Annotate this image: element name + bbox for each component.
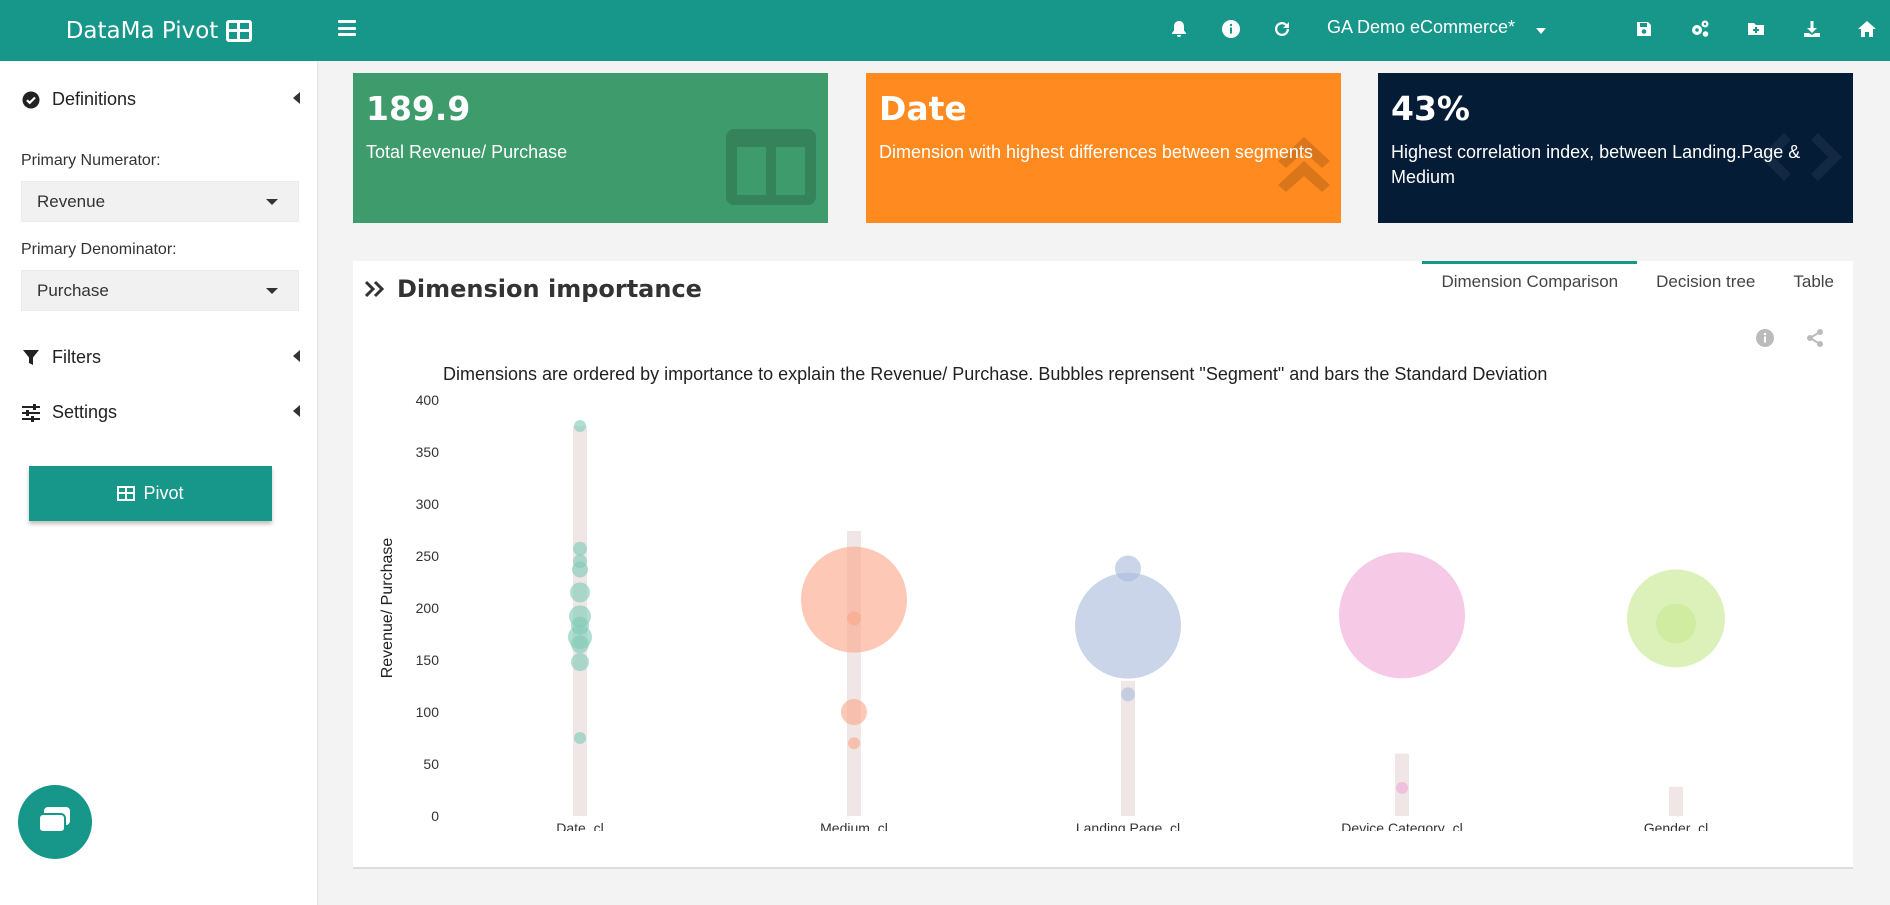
sidebar: Definitions Primary Numerator: Revenue P… bbox=[0, 61, 318, 905]
top-header: DataMa Pivot GA Demo eCommerce* bbox=[0, 0, 1890, 61]
table-icon bbox=[117, 486, 136, 501]
brand[interactable]: DataMa Pivot bbox=[0, 0, 318, 61]
dataset-selector[interactable]: GA Demo eCommerce* bbox=[1327, 17, 1515, 38]
pivot-button[interactable]: Pivot bbox=[29, 466, 272, 521]
kpi-description: Highest correlation index, between Landi… bbox=[1391, 142, 1801, 187]
card-title: Dimension importance bbox=[365, 275, 702, 303]
download-icon[interactable] bbox=[1801, 18, 1823, 40]
segment-bubble bbox=[801, 546, 907, 653]
segment-bubble bbox=[1121, 687, 1135, 702]
segment-bubble bbox=[572, 561, 588, 578]
kpi-correlation: 43% Highest correlation index, between L… bbox=[1378, 73, 1853, 223]
chevron-left-icon bbox=[293, 92, 300, 104]
sidebar-item-settings[interactable]: Settings bbox=[22, 402, 300, 423]
kpi-top-dimension: Date Dimension with highest differences … bbox=[866, 73, 1341, 223]
sliders-icon bbox=[22, 403, 40, 422]
bell-icon[interactable] bbox=[1168, 18, 1190, 40]
card-title-text: Dimension importance bbox=[397, 275, 702, 303]
y-tick-label: 250 bbox=[416, 548, 440, 564]
y-tick-label: 50 bbox=[423, 756, 439, 772]
y-tick-label: 200 bbox=[416, 600, 440, 616]
info-icon[interactable] bbox=[1755, 328, 1775, 348]
segment-bubble bbox=[1115, 555, 1141, 582]
sidebar-item-filters[interactable]: Filters bbox=[22, 347, 300, 368]
tab-table[interactable]: Table bbox=[1774, 261, 1853, 303]
sidebar-item-definitions[interactable]: Definitions bbox=[22, 89, 300, 110]
y-tick-label: 400 bbox=[416, 392, 440, 408]
y-tick-label: 350 bbox=[416, 444, 440, 460]
sidebar-item-label: Settings bbox=[52, 402, 118, 422]
folder-plus-icon[interactable] bbox=[1745, 18, 1767, 40]
brand-name: DataMa Pivot bbox=[65, 17, 219, 44]
check-circle-icon bbox=[22, 91, 40, 108]
kpi-description: Total Revenue/ Purchase bbox=[366, 142, 568, 162]
x-tick-label: Gender_cl bbox=[1644, 820, 1709, 831]
primary-numerator-select[interactable]: Revenue bbox=[21, 181, 299, 222]
y-tick-label: 150 bbox=[416, 652, 440, 668]
table-icon bbox=[226, 19, 253, 42]
primary-numerator-value: Revenue bbox=[37, 191, 106, 211]
chat-button[interactable] bbox=[18, 785, 92, 859]
tab-dimension-comparison[interactable]: Dimension Comparison bbox=[1422, 261, 1638, 303]
segment-bubble bbox=[1075, 572, 1181, 679]
primary-denominator-value: Purchase bbox=[37, 280, 109, 300]
segment-bubble bbox=[571, 653, 589, 672]
chart-title: Dimensions are ordered by importance to … bbox=[443, 364, 1547, 384]
segment-bubble bbox=[1396, 781, 1408, 794]
sidebar-item-label: Filters bbox=[52, 347, 101, 367]
y-tick-label: 100 bbox=[416, 704, 440, 720]
chevron-down-icon bbox=[266, 288, 278, 294]
dimension-importance-card: Dimension importance Dimension Compariso… bbox=[353, 261, 1853, 869]
share-icon[interactable] bbox=[1805, 328, 1825, 348]
filter-icon bbox=[23, 349, 39, 365]
chevron-left-icon bbox=[293, 350, 300, 362]
segment-bubble bbox=[848, 737, 860, 750]
y-axis-label: Revenue/ Purchase bbox=[379, 538, 396, 679]
y-tick-label: 0 bbox=[431, 808, 439, 824]
save-icon[interactable] bbox=[1633, 18, 1655, 40]
segment-bubble bbox=[841, 699, 867, 725]
std-bar bbox=[1669, 786, 1683, 816]
x-tick-label: Date_cl bbox=[556, 820, 603, 831]
y-tick-label: 300 bbox=[416, 496, 440, 512]
kpi-total-ratio: 189.9 Total Revenue/ Purchase bbox=[353, 73, 828, 223]
x-tick-label: Medium_cl bbox=[820, 820, 888, 831]
gears-icon[interactable] bbox=[1689, 18, 1711, 40]
view-tabs: Dimension Comparison Decision tree Table bbox=[1422, 261, 1853, 303]
pivot-button-label: Pivot bbox=[143, 483, 184, 503]
x-tick-label: Device.Category_cl bbox=[1341, 820, 1462, 831]
primary-numerator-label: Primary Numerator: bbox=[21, 152, 161, 169]
menu-toggle-icon[interactable] bbox=[338, 20, 356, 36]
sidebar-item-label: Definitions bbox=[52, 89, 137, 109]
kpi-value: Date bbox=[879, 89, 967, 128]
kpi-value: 43% bbox=[1391, 89, 1470, 128]
kpi-value: 189.9 bbox=[366, 89, 471, 128]
segment-bubble bbox=[573, 541, 587, 556]
double-chevron-right-icon bbox=[365, 280, 385, 298]
primary-denominator-select[interactable]: Purchase bbox=[21, 270, 299, 311]
chevron-left-icon bbox=[293, 405, 300, 417]
segment-bubble bbox=[1656, 603, 1696, 644]
chat-icon bbox=[38, 807, 70, 833]
segment-bubble bbox=[570, 582, 590, 603]
segment-bubble bbox=[571, 635, 589, 654]
chevron-down-icon bbox=[266, 199, 278, 205]
segment-bubble bbox=[574, 732, 586, 744]
chevron-down-icon[interactable] bbox=[1536, 28, 1546, 34]
info-icon[interactable] bbox=[1220, 18, 1242, 40]
segment-bubble bbox=[847, 611, 861, 626]
segment-bubble bbox=[1339, 552, 1465, 679]
x-tick-label: Landing.Page_cl bbox=[1076, 820, 1180, 831]
primary-denominator-label: Primary Denominator: bbox=[21, 241, 177, 258]
home-icon[interactable] bbox=[1856, 18, 1878, 40]
segment-bubble bbox=[574, 420, 586, 432]
dimension-comparison-chart: Dimensions are ordered by importance to … bbox=[379, 364, 1725, 831]
kpi-description: Dimension with highest differences betwe… bbox=[879, 142, 1313, 162]
tab-decision-tree[interactable]: Decision tree bbox=[1637, 261, 1774, 303]
refresh-icon[interactable] bbox=[1271, 18, 1293, 40]
